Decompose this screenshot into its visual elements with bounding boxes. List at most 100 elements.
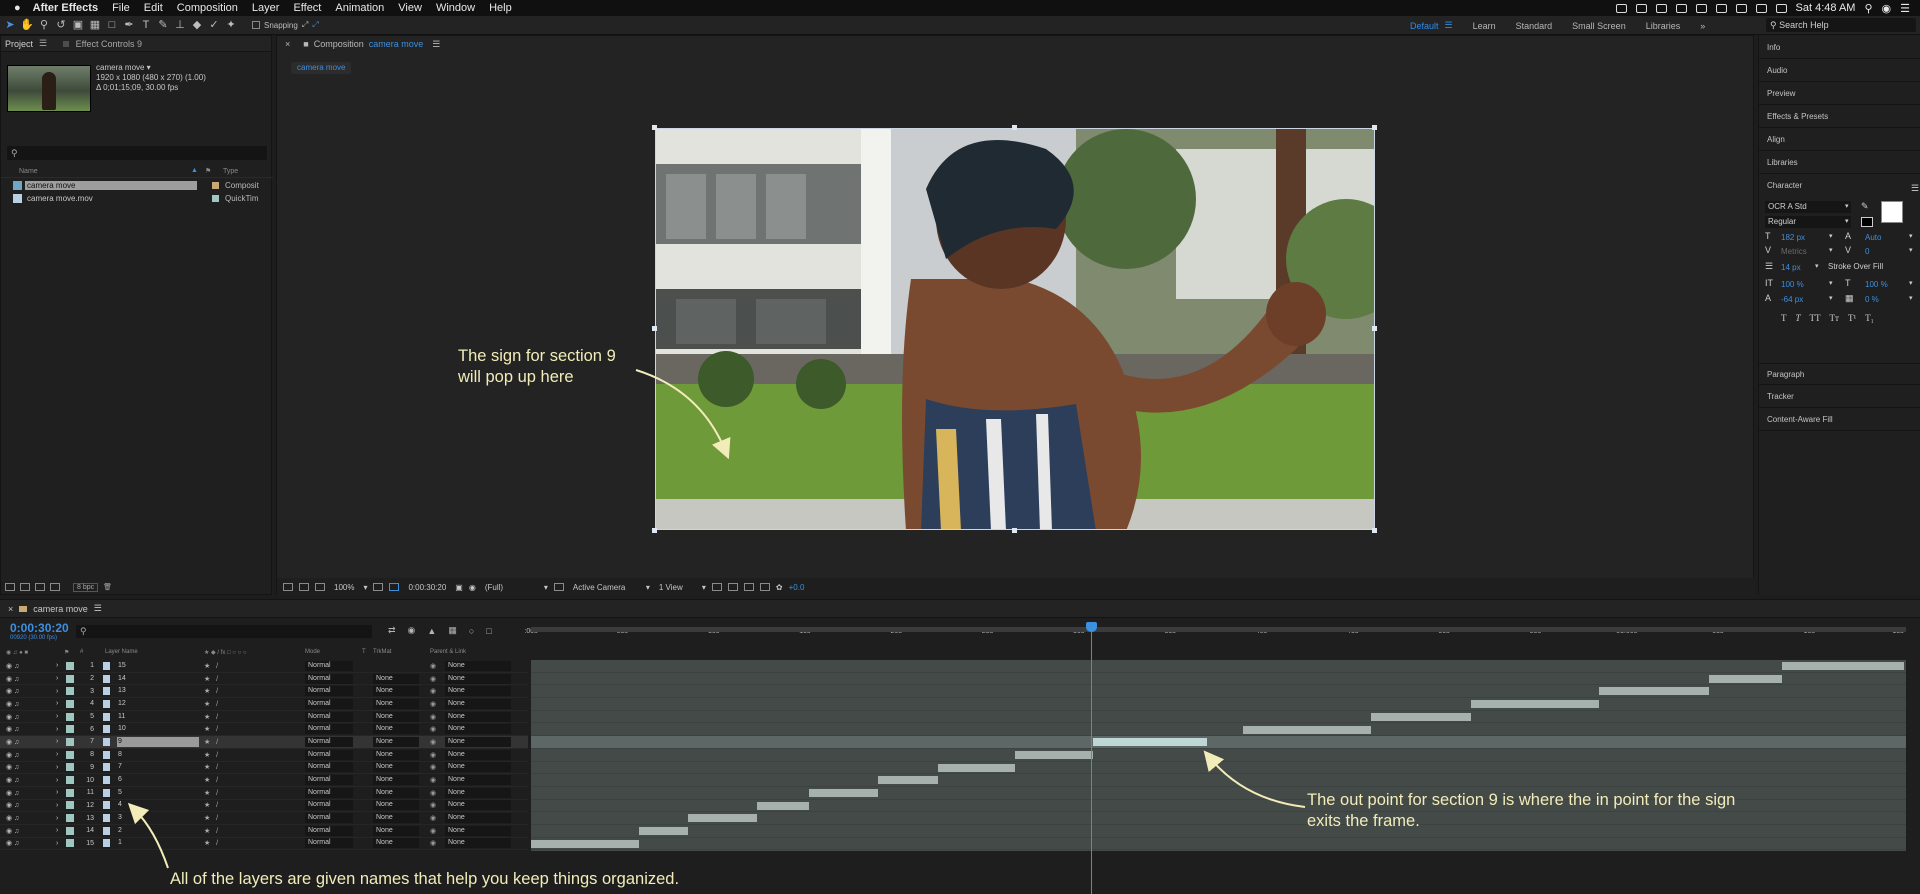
blend-mode-dropdown[interactable]: Normal xyxy=(305,762,353,773)
zoom-tool-icon[interactable]: ⚲ xyxy=(37,18,51,32)
reset-exposure-icon[interactable]: ✿ xyxy=(776,583,783,592)
shy-layers-icon[interactable]: ▲ xyxy=(427,626,436,636)
label-color-swatch[interactable] xyxy=(66,661,74,670)
parent-dropdown[interactable]: None xyxy=(445,686,511,697)
expand-twirl-icon[interactable]: › xyxy=(56,777,58,784)
layer-name[interactable]: 2 xyxy=(117,826,199,836)
blend-mode-dropdown[interactable]: Normal xyxy=(305,775,353,786)
transparency-grid-icon[interactable] xyxy=(553,583,564,591)
superscript-icon[interactable]: T¹ xyxy=(1848,313,1856,323)
toggle-pixel-aspect-icon[interactable] xyxy=(711,583,722,591)
close-icon[interactable]: × xyxy=(8,604,13,614)
layer-name[interactable]: 5 xyxy=(117,788,199,798)
clone-stamp-tool-icon[interactable]: ⊥ xyxy=(173,18,187,32)
visibility-eye-icon[interactable]: ◉ ♫ xyxy=(6,814,30,822)
close-icon[interactable]: × xyxy=(285,39,290,49)
trkmat-dropdown[interactable]: None xyxy=(373,736,419,747)
visibility-eye-icon[interactable]: ◉ ♫ xyxy=(6,776,30,784)
panel-menu-icon[interactable]: ☰ xyxy=(39,38,47,49)
layer-name[interactable]: 9 xyxy=(117,736,199,747)
workspace-overflow-icon[interactable]: » xyxy=(1700,21,1705,31)
label-color-swatch[interactable] xyxy=(66,712,74,721)
label-color-swatch[interactable] xyxy=(66,699,74,708)
font-size-value[interactable]: 182 px xyxy=(1781,233,1805,242)
parent-dropdown[interactable]: None xyxy=(445,800,511,811)
status-icon[interactable] xyxy=(1695,3,1707,13)
layer-duration-bar[interactable] xyxy=(1781,662,1905,670)
switch-icons[interactable]: ★ / xyxy=(204,738,218,746)
trkmat-dropdown[interactable]: None xyxy=(373,838,419,849)
layer-name[interactable]: 12 xyxy=(117,699,199,709)
timeline-tab-name[interactable]: camera move xyxy=(33,604,88,614)
parent-dropdown[interactable]: None xyxy=(445,749,511,760)
trkmat-dropdown[interactable]: None xyxy=(373,724,419,735)
col-type[interactable]: Type xyxy=(223,168,238,175)
tab-effect-controls[interactable]: Effect Controls 9 xyxy=(63,39,142,49)
current-time-indicator-head[interactable] xyxy=(1086,622,1098,632)
region-of-interest-icon[interactable] xyxy=(389,583,400,591)
blend-mode-dropdown[interactable]: Normal xyxy=(305,724,353,735)
faux-bold-icon[interactable]: T xyxy=(1781,313,1787,323)
label-column-icon[interactable]: ⚑ xyxy=(205,167,211,175)
layer-row[interactable]: ◉ ♫ › 3 13 ★ / Normal None ◉ None xyxy=(0,685,528,699)
airplay-icon[interactable] xyxy=(1735,3,1747,13)
parent-pickwhip-icon[interactable]: ◉ xyxy=(430,814,436,822)
parent-pickwhip-icon[interactable]: ◉ xyxy=(430,776,436,784)
workspace-small-screen[interactable]: Small Screen xyxy=(1572,21,1626,31)
visibility-eye-icon[interactable]: ◉ ♫ xyxy=(6,675,30,683)
expand-twirl-icon[interactable]: › xyxy=(56,764,58,771)
parent-pickwhip-icon[interactable]: ◉ xyxy=(430,751,436,759)
layer-name[interactable]: 14 xyxy=(117,674,199,684)
resolution-dropdown[interactable]: (Full) xyxy=(482,582,538,593)
font-style-dropdown[interactable]: Regular xyxy=(1765,216,1851,228)
layer-duration-bar[interactable] xyxy=(757,801,809,810)
menu-app-name[interactable]: After Effects xyxy=(33,2,98,14)
draft-3d-icon[interactable]: ◉ xyxy=(408,625,416,636)
parent-pickwhip-icon[interactable]: ◉ xyxy=(430,687,436,695)
notification-center-icon[interactable]: ☰ xyxy=(1900,2,1910,15)
layer-row[interactable]: ◉ ♫ › 12 4 ★ / Normal None ◉ None xyxy=(0,800,528,813)
layer-name[interactable]: 13 xyxy=(117,686,199,696)
switch-icons[interactable]: ★ / xyxy=(204,839,218,847)
visibility-eye-icon[interactable]: ◉ ♫ xyxy=(6,725,30,733)
transform-handle[interactable] xyxy=(1372,528,1377,533)
trkmat-dropdown[interactable]: None xyxy=(373,813,419,824)
show-channel-icon[interactable]: ◉ xyxy=(469,583,476,592)
blend-mode-dropdown[interactable]: Normal xyxy=(305,749,353,760)
baseline-shift-value[interactable]: -64 px xyxy=(1781,295,1803,304)
project-row-composition[interactable]: camera move Composit xyxy=(13,179,271,191)
switch-icons[interactable]: ★ / xyxy=(204,751,218,759)
blend-mode-dropdown[interactable]: Normal xyxy=(305,698,353,709)
col-name[interactable]: Name xyxy=(19,168,38,175)
parent-dropdown[interactable]: None xyxy=(445,724,511,735)
font-family-dropdown[interactable]: OCR A Std xyxy=(1765,201,1851,213)
layer-duration-bar[interactable] xyxy=(1243,725,1371,734)
menu-window[interactable]: Window xyxy=(436,2,475,14)
layer-row[interactable]: ◉ ♫ › 8 8 ★ / Normal None ◉ None xyxy=(0,749,528,762)
panel-preview[interactable]: Preview xyxy=(1759,83,1920,105)
visibility-eye-icon[interactable]: ◉ ♫ xyxy=(6,801,30,809)
expand-twirl-icon[interactable]: › xyxy=(56,700,58,707)
blend-mode-dropdown[interactable]: Normal xyxy=(305,825,353,836)
visibility-eye-icon[interactable]: ◉ ♫ xyxy=(6,738,30,746)
label-color-swatch[interactable] xyxy=(66,788,74,797)
parent-pickwhip-icon[interactable]: ◉ xyxy=(430,839,436,847)
layer-duration-bar[interactable] xyxy=(938,763,1015,772)
dropbox-icon[interactable] xyxy=(1655,3,1667,13)
safe-margins-icon[interactable] xyxy=(373,583,384,591)
layer-duration-bar[interactable] xyxy=(1708,674,1782,683)
layer-duration-bar[interactable] xyxy=(1370,712,1472,721)
exposure-value[interactable]: +0.0 xyxy=(789,583,805,592)
parent-pickwhip-icon[interactable]: ◉ xyxy=(430,662,436,670)
panel-audio[interactable]: Audio xyxy=(1759,60,1920,82)
trkmat-dropdown[interactable]: None xyxy=(373,825,419,836)
switch-icons[interactable]: ★ / xyxy=(204,675,218,683)
layer-row[interactable]: ◉ ♫ › 9 7 ★ / Normal None ◉ None xyxy=(0,762,528,775)
parent-pickwhip-icon[interactable]: ◉ xyxy=(430,789,436,797)
expand-twirl-icon[interactable]: › xyxy=(56,840,58,847)
parent-pickwhip-icon[interactable]: ◉ xyxy=(430,713,436,721)
project-search-input[interactable]: ⚲ xyxy=(7,146,267,160)
trkmat-dropdown[interactable]: None xyxy=(373,698,419,709)
new-composition-icon[interactable] xyxy=(35,583,45,591)
new-folder-icon[interactable] xyxy=(20,583,30,591)
